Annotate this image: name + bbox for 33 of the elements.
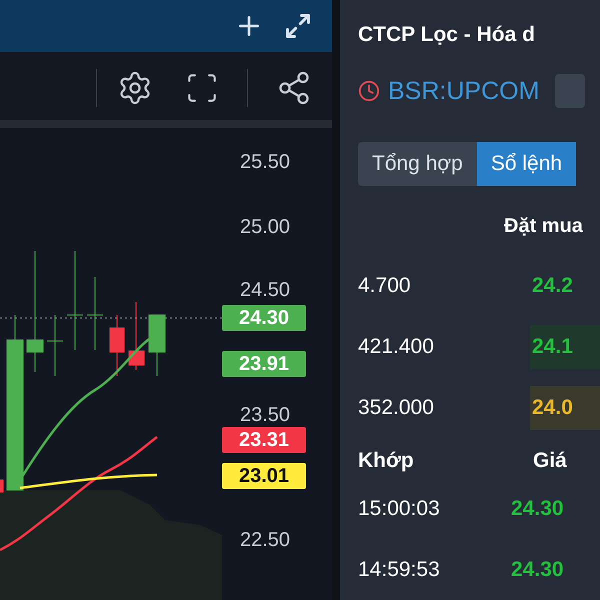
time-cell-text: 15:00:03 [358,496,441,522]
volume-cell-text: 421.400 [358,334,435,360]
time-cell-text: 14:59:53 [358,556,441,583]
candle [110,314,124,376]
bid-price-cell-text: 24.2 [531,272,574,299]
clock-icon [358,80,380,102]
price-axis-label: 25.00 [240,217,290,237]
price-tag: 23.91 [222,351,306,377]
trade-price-cell-text: 24.30 [511,556,564,583]
price-axis-label: 23.50 [240,405,290,425]
bid-price-cell: 24.0 [530,386,600,430]
candle [128,302,144,370]
candle [0,480,4,492]
price-axis-label: 25.50 [240,152,290,172]
trade-price-cell-text: 24.30 [511,496,564,522]
tab[interactable]: Tổng hợp [358,142,477,186]
stock-title: CTCP Lọc - Hóa d [358,22,536,48]
ticker-link[interactable]: BSR:UPCOM [388,72,540,110]
price-tag: 24.30 [222,305,306,331]
candle [46,314,64,376]
price-axis-label: 22.50 [240,530,290,550]
column-header: Khớp [358,448,415,474]
column-header: Đặt mua [504,214,584,239]
bid-price-cell: 24.1 [530,324,600,368]
volume-cell-text: 352.000 [358,394,435,421]
expand-icon[interactable] [284,12,312,40]
candle [148,314,166,376]
price-axis-label: 24.50 [240,280,290,300]
price-tag: 23.01 [222,463,306,489]
volume-cell-text: 4.700 [358,272,412,299]
column-header: Giá [533,448,567,474]
tab[interactable]: Sổ lệnh [476,142,576,186]
price-tag: 23.31 [222,427,306,453]
